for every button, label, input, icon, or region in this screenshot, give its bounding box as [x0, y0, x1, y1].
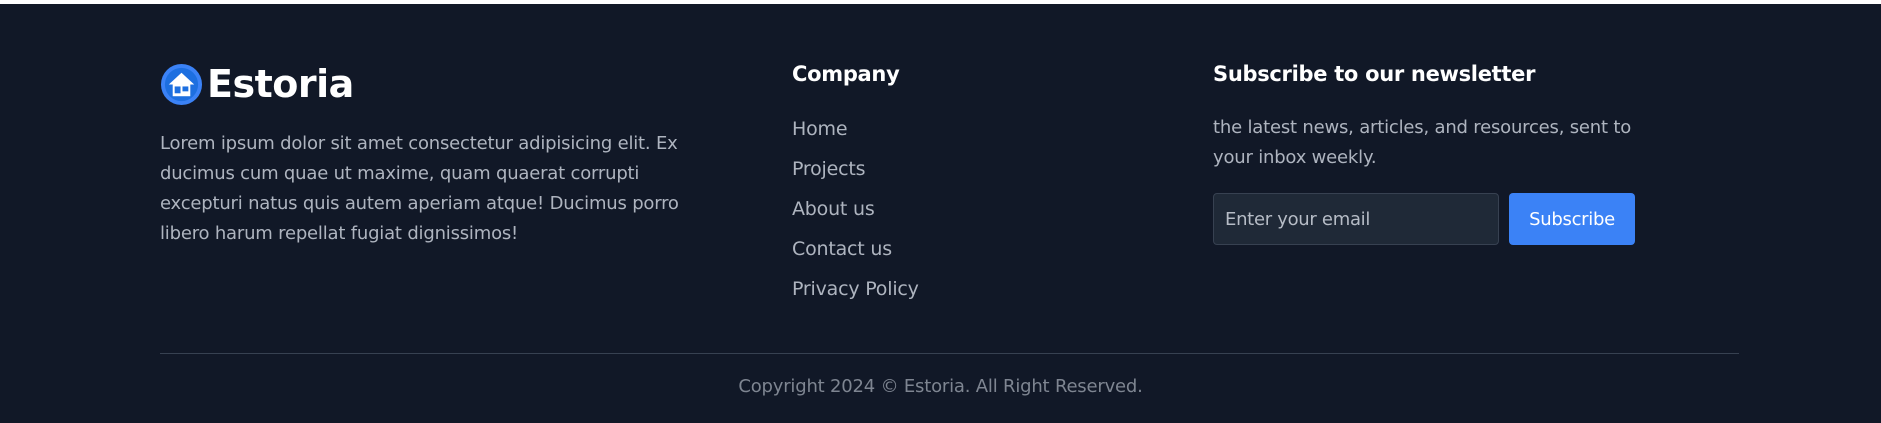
- newsletter-description: the latest news, articles, and resources…: [1213, 117, 1632, 168]
- copyright-text: Copyright 2024 © Estoria. All Right Rese…: [738, 376, 1143, 397]
- newsletter-heading: Subscribe to our newsletter: [1213, 62, 1536, 86]
- list-item: Privacy Policy: [792, 273, 919, 313]
- brand-logo[interactable]: Estoria: [160, 62, 354, 106]
- site-footer: Estoria Lorem ipsum dolor sit amet conse…: [0, 4, 1881, 423]
- list-item: Contact us: [792, 233, 919, 273]
- house-icon: [160, 63, 203, 105]
- footer-divider: [160, 353, 1739, 354]
- about-us-link[interactable]: About us: [792, 198, 875, 220]
- privacy-policy-link[interactable]: Privacy Policy: [792, 278, 919, 300]
- brand-name: Estoria: [207, 62, 354, 106]
- list-item: Projects: [792, 153, 919, 193]
- company-links: Home Projects About us Contact us Privac…: [792, 113, 919, 313]
- subscribe-button[interactable]: Subscribe: [1509, 193, 1635, 245]
- home-link[interactable]: Home: [792, 118, 848, 140]
- projects-link[interactable]: Projects: [792, 158, 866, 180]
- email-input[interactable]: [1213, 193, 1499, 245]
- company-heading: Company: [792, 62, 900, 86]
- list-item: Home: [792, 113, 919, 153]
- list-item: About us: [792, 193, 919, 233]
- brand-description: Lorem ipsum dolor sit amet consectetur a…: [160, 133, 679, 244]
- contact-us-link[interactable]: Contact us: [792, 238, 892, 260]
